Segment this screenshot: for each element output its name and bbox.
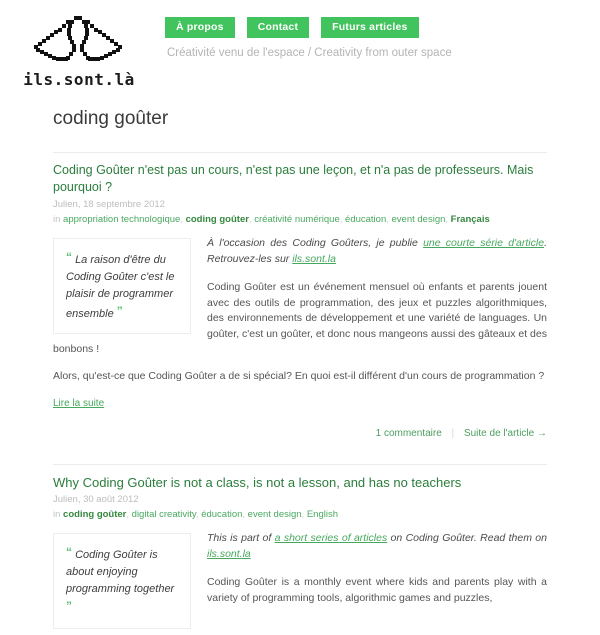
intro-2-link-ilssontla[interactable]: ils.sont.la [207, 548, 251, 560]
pullquote-text-2: Coding Goûter is about enjoying programm… [66, 549, 175, 595]
intro-link-ilssontla[interactable]: ils.sont.la [292, 253, 336, 265]
article-1-paragraph-2: Alors, qu'est-ce que Coding Goûter a de … [53, 369, 545, 382]
logo-wordmark: ils.sont.là [23, 70, 135, 89]
alien-pixel-logo-icon [34, 16, 122, 61]
article-2-pullquote: “ Coding Goûter is about enjoying progra… [53, 533, 191, 629]
article-2-content: “ Coding Goûter is about enjoying progra… [53, 531, 547, 629]
tags-prefix-2: in [53, 509, 61, 520]
quote-open-icon: “ [66, 250, 72, 264]
quote-open-icon-2: “ [66, 545, 72, 559]
quote-close-icon-2: ” [66, 599, 72, 613]
intro-2-text-middle: on Coding Goûter. Read them on [387, 532, 547, 544]
page-root: ils.sont.là À propos Contact Futurs arti… [0, 0, 600, 629]
article-1-byline: Julien, 18 septembre 2012 [53, 199, 165, 210]
tag-coding-gouter[interactable]: coding goûter [186, 214, 249, 225]
footer-divider: | [451, 427, 455, 439]
tag-education[interactable]: éducation [345, 214, 386, 225]
tag-creativite-numerique[interactable]: créativité numérique [254, 214, 340, 225]
tags-prefix: in [53, 214, 61, 225]
site-logo[interactable]: ils.sont.là [14, 12, 144, 89]
article-2-byline: Julien, 30 août 2012 [53, 494, 139, 505]
nav-item-futurs-articles[interactable]: Futurs articles [321, 17, 419, 38]
tag-event-design-2[interactable]: event design [248, 509, 302, 520]
intro-link-serie[interactable]: une courte série d'article [423, 237, 544, 249]
quote-close-icon: ” [116, 304, 123, 318]
intro-2-text-before: This is part of [207, 532, 275, 544]
article-2-title[interactable]: Why Coding Goûter is not a class, is not… [53, 474, 547, 491]
tag-appropriation-technologique[interactable]: appropriation technologique [63, 214, 180, 225]
article-1-pullquote: “ La raison d'être du Coding Goûter c'es… [53, 238, 191, 334]
article-1-footer: 1 commentaire | Suite de l'article → [53, 426, 547, 442]
article-2: Why Coding Goûter is not a class, is not… [53, 474, 547, 635]
article-1-next-link[interactable]: Suite de l'article → [464, 428, 547, 439]
divider-between-articles [53, 464, 547, 465]
article-1-comments-link[interactable]: 1 commentaire [376, 428, 442, 439]
article-1-read-more-link[interactable]: Lire la suite [53, 396, 104, 412]
nav-item-a-propos[interactable]: À propos [165, 17, 235, 38]
tag-education-2[interactable]: éducation [201, 509, 242, 520]
tag-digital-creativity[interactable]: digital creativity [132, 509, 196, 520]
tag-francais[interactable]: Français [451, 214, 490, 225]
article-1: Coding Goûter n'est pas un cours, n'est … [53, 162, 547, 441]
divider-under-title [53, 152, 547, 153]
site-tagline: Créativité venu de l'espace / Creativity… [167, 47, 452, 59]
article-1-content: “ La raison d'être du Coding Goûter c'es… [53, 236, 547, 441]
intro-2-link-series[interactable]: a short series of articles [275, 532, 388, 544]
article-1-tags: in appropriation technologique, coding g… [53, 214, 490, 225]
tag-coding-gouter-2[interactable]: coding goûter [63, 509, 126, 520]
site-header: ils.sont.là À propos Contact Futurs arti… [0, 0, 600, 108]
article-2-tags: in coding goûter, digital creativity, éd… [53, 509, 338, 520]
tag-english[interactable]: English [307, 509, 338, 520]
intro-text-before: À l'occasion des Coding Goûters, je publ… [207, 237, 424, 249]
tag-event-design[interactable]: event design [392, 214, 446, 225]
article-1-title[interactable]: Coding Goûter n'est pas un cours, n'est … [53, 162, 547, 196]
main-nav: À propos Contact Futurs articles [165, 17, 419, 38]
page-title: coding goûter [53, 108, 169, 129]
nav-item-contact[interactable]: Contact [246, 17, 310, 38]
